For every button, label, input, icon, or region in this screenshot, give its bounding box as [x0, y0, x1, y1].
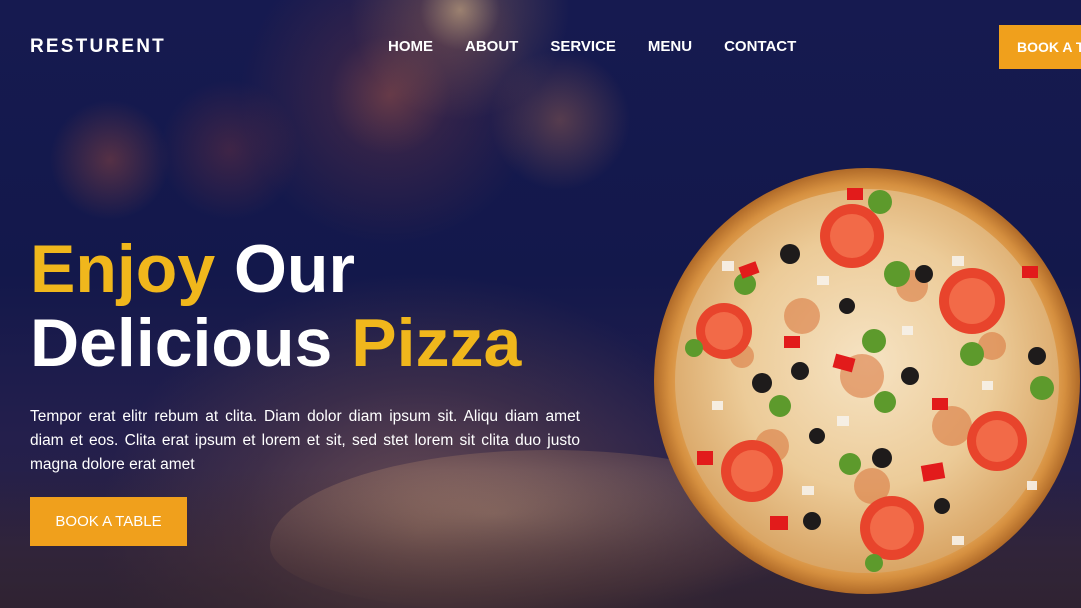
brand-logo[interactable]: RESTURENT: [30, 36, 166, 58]
hero-book-table-button[interactable]: BOOK A TABLE: [30, 497, 187, 546]
nav-link-contact[interactable]: CONTACT: [724, 38, 796, 55]
nav-book-table-button[interactable]: BOOK A TABLE: [999, 25, 1081, 69]
hero-headline: Enjoy Our Delicious Pizza: [30, 232, 521, 380]
headline-line-1: Enjoy Our: [30, 232, 521, 306]
headline-text-our: Our: [215, 231, 355, 307]
navbar: RESTURENT HOME ABOUT SERVICE MENU CONTAC…: [0, 0, 1081, 94]
nav-links: HOME ABOUT SERVICE MENU CONTACT: [388, 38, 828, 55]
pizza-image: [654, 168, 1080, 594]
nav-link-home[interactable]: HOME: [388, 38, 433, 55]
hero-description: Tempor erat elitr rebum at clita. Diam d…: [30, 408, 580, 473]
hero-section: RESTURENT HOME ABOUT SERVICE MENU CONTAC…: [0, 0, 1081, 608]
nav-link-service[interactable]: SERVICE: [550, 38, 616, 55]
headline-text-delicious: Delicious: [30, 305, 352, 381]
nav-link-about[interactable]: ABOUT: [465, 38, 518, 55]
headline-highlight-enjoy: Enjoy: [30, 231, 216, 307]
headline-highlight-pizza: Pizza: [351, 305, 522, 381]
nav-link-menu[interactable]: MENU: [648, 38, 692, 55]
headline-line-2: Delicious Pizza: [30, 306, 521, 380]
